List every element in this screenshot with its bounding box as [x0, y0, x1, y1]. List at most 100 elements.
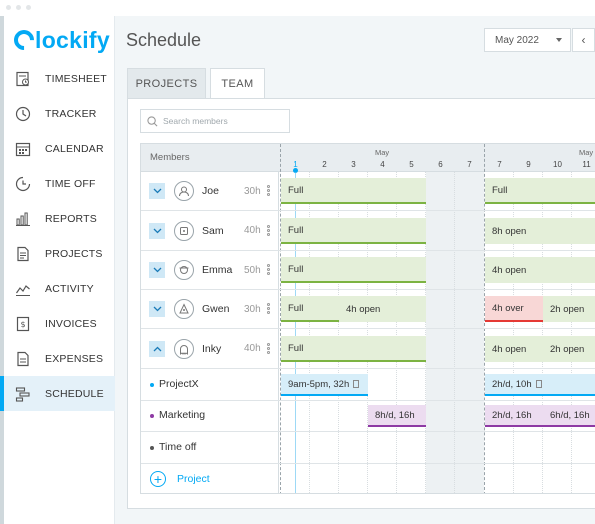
assignment-bar[interactable]: 2h/d, 16h — [485, 405, 543, 427]
project-row: ProjectX 9am-5pm, 32h 2h/d, 10h — [141, 369, 595, 401]
assignment-bar[interactable]: Full — [281, 296, 339, 322]
day-header: 7 — [497, 160, 502, 169]
assignment-bar[interactable]: Full — [281, 257, 426, 283]
sidebar-item-time-off[interactable]: TIME OFF — [4, 166, 115, 201]
assignment-bar[interactable]: 4h over — [485, 296, 543, 322]
more-options-icon[interactable] — [267, 303, 270, 315]
expand-button[interactable] — [149, 262, 165, 278]
calendar-icon — [15, 141, 31, 157]
expand-button[interactable] — [149, 301, 165, 317]
avatar — [174, 338, 194, 359]
sidebar-item-invoices[interactable]: $ INVOICES — [4, 306, 115, 341]
activity-icon — [15, 281, 31, 297]
expand-button[interactable] — [149, 222, 165, 239]
more-options-icon[interactable] — [267, 264, 270, 276]
expenses-icon — [15, 351, 31, 367]
timesheet-icon — [15, 71, 31, 87]
assignment-bar[interactable]: Full — [281, 336, 426, 362]
avatar — [174, 260, 194, 280]
member-row: Joe 30h Full Full — [141, 172, 595, 211]
assignment-bar[interactable]: 9am-5pm, 32h — [281, 374, 368, 396]
user-avatar-icon — [179, 186, 189, 197]
sidebar-item-calendar[interactable]: CALENDAR — [4, 131, 115, 166]
window-dot[interactable] — [26, 5, 31, 10]
note-icon — [535, 380, 542, 388]
more-options-icon[interactable] — [267, 185, 270, 197]
more-options-icon[interactable] — [267, 342, 270, 355]
projects-icon — [15, 246, 31, 262]
assignment-label: 9am-5pm, 32h — [288, 378, 350, 390]
sidebar-item-reports[interactable]: REPORTS — [4, 201, 115, 236]
date-range-picker[interactable]: May 2022 — [484, 28, 571, 52]
sidebar-item-tracker[interactable]: TRACKER — [4, 96, 115, 131]
app-logo[interactable]: lockify — [9, 25, 110, 55]
project-row: Time off — [141, 432, 595, 464]
assignment-bar[interactable]: 8h/d, 16h — [368, 405, 426, 427]
collapse-button[interactable] — [149, 340, 165, 357]
plus-icon: + — [150, 471, 166, 487]
member-name: Emma — [202, 264, 233, 276]
add-project-label: Project — [177, 473, 210, 485]
sidebar-item-projects[interactable]: PROJECTS — [4, 236, 115, 271]
search-members-field[interactable]: Search members — [140, 109, 290, 133]
month-label: May — [375, 148, 390, 157]
window-dot[interactable] — [16, 5, 21, 10]
sidebar-item-schedule[interactable]: SCHEDULE — [0, 376, 115, 411]
tab-projects[interactable]: PROJECTS — [127, 68, 206, 99]
add-project-button[interactable]: + Project — [150, 471, 210, 487]
member-cell: Gwen 30h — [141, 290, 279, 328]
sidebar-item-label: TIMESHEET — [45, 72, 107, 85]
window-controls — [6, 5, 31, 10]
sidebar-item-timesheet[interactable]: TIMESHEET — [4, 61, 115, 96]
search-icon — [147, 115, 158, 126]
project-name: Marketing — [159, 409, 206, 421]
member-name: Sam — [202, 224, 224, 237]
invoices-icon: $ — [15, 316, 31, 332]
sidebar-item-label: ACTIVITY — [45, 282, 94, 295]
more-options-icon[interactable] — [267, 224, 270, 237]
avatar — [174, 220, 194, 241]
assignment-bar[interactable]: 4h open — [485, 336, 543, 362]
assignment-bar[interactable]: Full — [281, 218, 426, 244]
project-color-dot — [150, 414, 154, 418]
sidebar-item-activity[interactable]: ACTIVITY — [4, 271, 115, 306]
assignment-bar[interactable]: 2h open — [543, 336, 595, 362]
window-dot[interactable] — [6, 5, 11, 10]
chevron-down-icon — [153, 267, 161, 273]
search-placeholder: Search members — [163, 116, 228, 126]
window-titlebar — [0, 0, 595, 16]
expand-button[interactable] — [149, 183, 165, 199]
sidebar-item-label: TRACKER — [45, 107, 97, 120]
sidebar-item-label: REPORTS — [45, 212, 97, 225]
assignment-bar[interactable]: 8h open — [485, 218, 595, 244]
assignment-bar[interactable]: 4h open — [485, 257, 595, 283]
avatar — [174, 299, 194, 319]
member-row: Inky 40h Full 4h open 2h open — [141, 329, 595, 369]
member-hours: 50h — [244, 264, 261, 276]
chevron-left-icon: ‹ — [581, 33, 586, 47]
assignment-bar[interactable]: Full — [485, 178, 595, 204]
tab-team[interactable]: TEAM — [210, 68, 265, 99]
day-header: 10 — [553, 160, 562, 169]
schedule-grid: Members May May 1 2 3 4 5 6 7 7 9 10 11 — [140, 143, 595, 494]
chevron-down-icon — [153, 188, 161, 194]
member-name: Inky — [202, 342, 222, 355]
member-cell: Inky 40h — [141, 329, 279, 368]
assignment-bar[interactable]: Full — [281, 178, 426, 204]
member-row: Emma 50h Full 4h open — [141, 251, 595, 290]
day-header: 3 — [351, 160, 356, 169]
prev-period-button[interactable]: ‹ — [572, 28, 595, 52]
assignment-bar[interactable]: 4h open — [339, 296, 426, 322]
character-avatar-icon — [179, 266, 189, 274]
assignment-bar[interactable]: 6h/d, 16h — [543, 405, 595, 427]
page-title: Schedule — [126, 30, 202, 50]
ghost-avatar-icon — [180, 344, 188, 355]
day-header: 7 — [467, 160, 472, 169]
sidebar-item-expenses[interactable]: EXPENSES — [4, 341, 115, 376]
assignment-bar[interactable]: 2h/d, 10h — [485, 374, 595, 396]
logo-mark-icon — [9, 25, 39, 55]
assignment-bar[interactable]: 2h open — [543, 296, 595, 322]
sidebar-item-label: EXPENSES — [45, 352, 104, 365]
members-column-header: Members — [150, 152, 190, 163]
reports-icon — [15, 211, 31, 227]
